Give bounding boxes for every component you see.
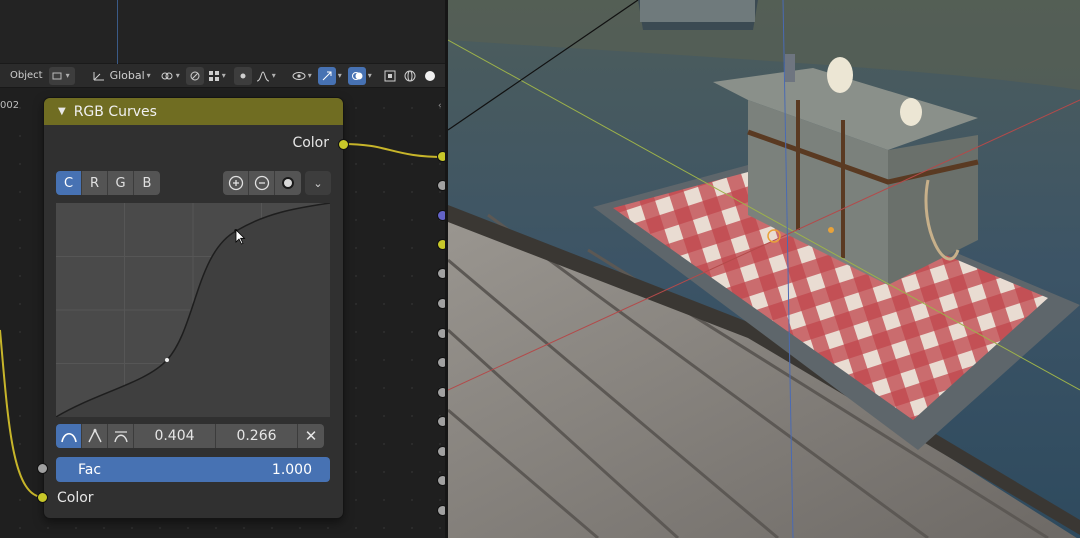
next-node-socket[interactable] bbox=[437, 446, 445, 457]
next-node-socket[interactable] bbox=[437, 416, 445, 427]
zoom-out-button[interactable] bbox=[249, 171, 275, 195]
next-node-socket[interactable] bbox=[437, 387, 445, 398]
curve-graph[interactable] bbox=[55, 202, 331, 418]
auto-clamped-handle-icon bbox=[113, 431, 128, 443]
curve-point-selected bbox=[165, 358, 169, 362]
auto-handle-button[interactable] bbox=[56, 424, 82, 448]
origin-dot bbox=[828, 227, 834, 233]
auto-handle-icon bbox=[60, 432, 77, 443]
input-color-label: Color bbox=[57, 490, 94, 506]
delete-point-button[interactable]: ✕ bbox=[298, 424, 324, 448]
next-node-socket[interactable] bbox=[437, 268, 445, 279]
clip-icon bbox=[282, 177, 294, 189]
fac-label: Fac bbox=[78, 461, 102, 478]
vector-handle-icon bbox=[87, 428, 102, 443]
next-node-socket[interactable] bbox=[437, 357, 445, 368]
point-y-field[interactable]: 0.266 bbox=[216, 424, 298, 448]
fac-slider[interactable]: Fac 1.000 bbox=[56, 457, 330, 482]
fac-input-socket[interactable] bbox=[37, 463, 48, 474]
tab-channel-r[interactable]: R bbox=[82, 171, 108, 195]
next-node-socket-color[interactable] bbox=[437, 151, 445, 162]
tab-channel-g[interactable]: G bbox=[108, 171, 134, 195]
next-node-socket-color-2[interactable] bbox=[437, 239, 445, 250]
channel-tabs: C R G B bbox=[56, 171, 160, 195]
tab-channel-c[interactable]: C bbox=[56, 171, 82, 195]
curve-specials-dropdown[interactable]: ⌄ bbox=[305, 171, 331, 195]
node-editor[interactable]: Object ▾ Global ▾ ▾ ▾ ▾ ▾ ▾ ▾ 002 ‹ ▼ RG… bbox=[0, 0, 445, 538]
next-node-socket[interactable] bbox=[437, 328, 445, 339]
node-header[interactable]: ▼ RGB Curves bbox=[44, 98, 343, 125]
3d-viewport[interactable] bbox=[448, 0, 1080, 538]
next-node-socket[interactable] bbox=[437, 475, 445, 486]
candle bbox=[827, 57, 853, 93]
auto-clamped-handle-button[interactable] bbox=[108, 424, 134, 448]
tab-channel-b[interactable]: B bbox=[134, 171, 160, 195]
node-title: RGB Curves bbox=[73, 103, 157, 120]
chevron-down-icon: ⌄ bbox=[313, 176, 323, 190]
color-input-socket[interactable] bbox=[37, 492, 48, 503]
output-color-socket[interactable] bbox=[338, 139, 349, 150]
output-wire bbox=[342, 143, 445, 158]
close-icon: ✕ bbox=[304, 427, 318, 445]
zoom-out-icon bbox=[254, 175, 269, 191]
boat bbox=[640, 0, 755, 22]
fac-value: 1.000 bbox=[271, 461, 312, 478]
next-node-socket-vector[interactable] bbox=[437, 210, 445, 221]
point-x-field[interactable]: 0.404 bbox=[134, 424, 216, 448]
vector-handle-button[interactable] bbox=[82, 424, 108, 448]
next-node-socket[interactable] bbox=[437, 505, 445, 516]
output-color-label: Color bbox=[292, 135, 329, 151]
next-node-socket[interactable] bbox=[437, 180, 445, 191]
collapse-chevron-icon[interactable]: ▼ bbox=[58, 106, 66, 117]
clip-options-button[interactable] bbox=[275, 171, 301, 195]
zoom-in-icon bbox=[228, 175, 243, 191]
bottle bbox=[785, 54, 795, 82]
curve-svg bbox=[55, 202, 331, 418]
next-node-socket[interactable] bbox=[437, 298, 445, 309]
viewport-render bbox=[448, 0, 1080, 538]
curve-point-controls: 0.404 0.266 ✕ bbox=[56, 424, 330, 448]
small-candle bbox=[900, 98, 922, 126]
zoom-in-button[interactable] bbox=[223, 171, 249, 195]
input-wire bbox=[0, 329, 44, 498]
rgb-curves-node[interactable]: ▼ RGB Curves Color C R G B ⌄ 0.404 0.266… bbox=[44, 98, 343, 518]
curve-view-tools: ⌄ bbox=[223, 171, 331, 195]
